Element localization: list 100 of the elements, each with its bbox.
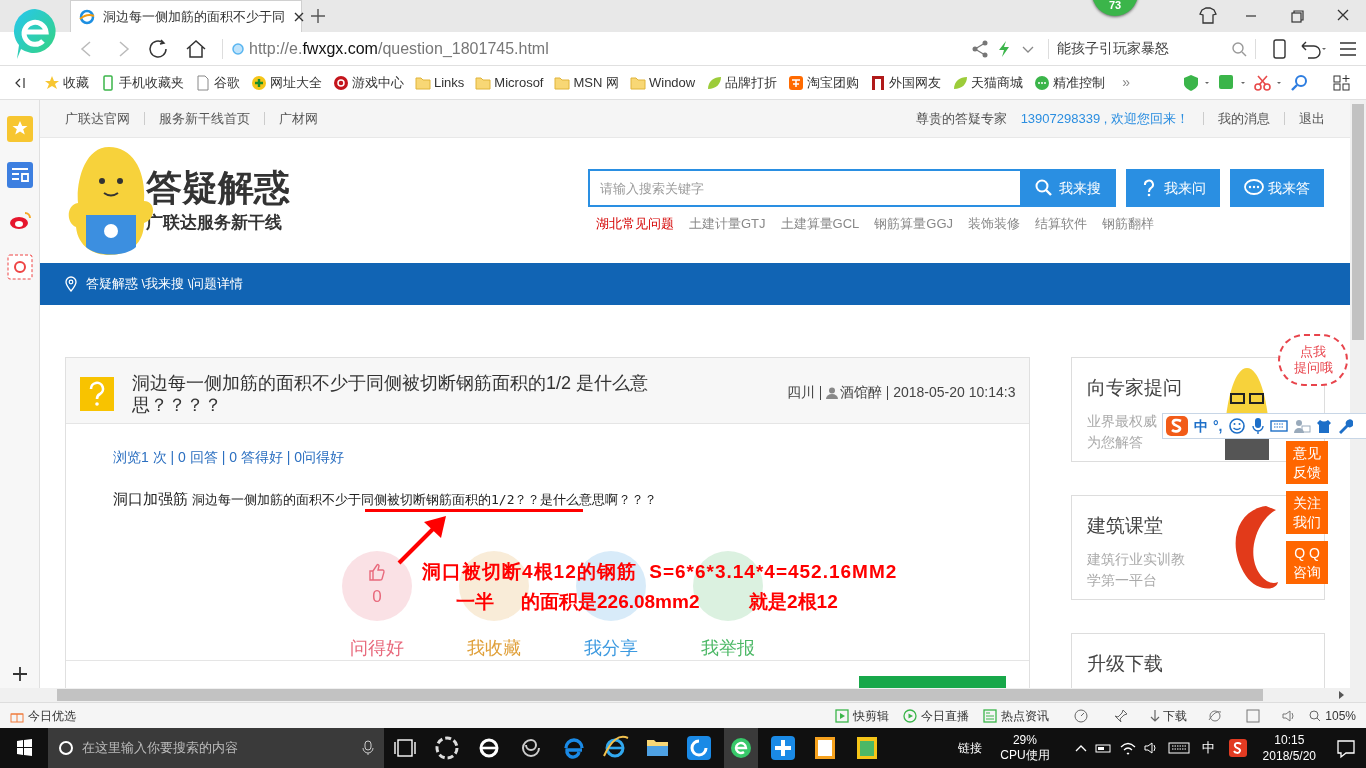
bookmark-item[interactable]: 天猫商城 — [952, 72, 1024, 93]
annotation-text: 的面积是226.08mm2 — [521, 590, 700, 614]
hot-tag-link[interactable]: 装饰装修 — [968, 214, 1021, 234]
author-link[interactable]: 酒馆醉 — [840, 382, 883, 403]
question-location: 四川 — [787, 383, 816, 402]
cpu-meter: 29% CPU使用 — [1000, 733, 1050, 763]
cortana-circle-icon — [58, 740, 74, 756]
annotation-text: 一半 — [456, 590, 494, 614]
site-link[interactable]: 广联达官网 — [65, 108, 130, 129]
user-link[interactable]: 退出 — [1299, 108, 1325, 129]
toolbar-link[interactable]: 链接 — [958, 739, 983, 757]
ime-mode-button[interactable]: 中 — [1194, 415, 1208, 437]
bookmark-item[interactable]: 游戏中心 — [333, 72, 404, 93]
question-body: 洞边每一侧加筋的面积不少于同侧被切断钢筋面积的1/2？？是什么意思啊？？？ — [192, 491, 658, 510]
taskbar-search-field[interactable]: 在这里输入你要搜索的内容 — [48, 728, 384, 768]
leaf-icon — [706, 74, 723, 91]
site-link[interactable]: 广材网 — [279, 108, 318, 129]
bookmark-item[interactable]: 网址大全 — [251, 72, 322, 93]
bookmark-item[interactable]: 淘宝团购 — [788, 72, 860, 93]
card-description: 建筑行业实训教 — [1087, 549, 1186, 569]
bookmark-item[interactable]: MSN 网 — [554, 72, 619, 93]
hot-tag-link[interactable]: 钢筋翻样 — [1102, 214, 1155, 234]
clock[interactable]: 10:15 2018/5/20 — [1262, 732, 1316, 764]
chat-icon — [1034, 74, 1051, 91]
hot-tag-link[interactable]: 结算软件 — [1035, 214, 1088, 234]
question-stats: 浏览1 次 | 0 回答 | 0 答得好 | 0问得好 — [113, 448, 346, 468]
bookmark-item[interactable]: Microsof — [475, 72, 544, 93]
microphone-icon[interactable] — [1250, 417, 1265, 435]
speedometer-icon[interactable] — [1073, 707, 1090, 724]
share-icon[interactable] — [970, 38, 990, 59]
punctuation-button[interactable]: °, — [1213, 415, 1223, 437]
hot-tag-link[interactable]: 土建计量GTJ — [689, 214, 766, 234]
sogou-logo-icon[interactable] — [1228, 739, 1247, 757]
zoom-icon — [1309, 709, 1322, 722]
apps-icon[interactable] — [1332, 73, 1352, 92]
location-pin-icon — [64, 276, 78, 292]
hot-tag-link[interactable]: 土建算量GCL — [780, 214, 860, 234]
phone-icon — [100, 74, 116, 91]
bookmark-item[interactable]: 品牌打折 — [706, 72, 778, 93]
search-field[interactable]: 能孩子引玩家暴怒 — [1057, 38, 1247, 59]
news-icon — [983, 708, 998, 723]
speech-bubble[interactable]: 点我 提问哦 — [1278, 334, 1348, 386]
keyboard-icon[interactable] — [1269, 419, 1288, 433]
star-icon — [44, 74, 60, 91]
bookmark-item[interactable]: 精准控制 — [1034, 72, 1106, 93]
wifi-icon[interactable] — [1118, 740, 1137, 756]
status-link[interactable]: 今日优选 — [28, 706, 76, 725]
search-text: 能孩子引玩家暴怒 — [1057, 39, 1169, 58]
scrollbar-thumb[interactable] — [1352, 104, 1364, 340]
vertical-scrollbar[interactable] — [1350, 100, 1366, 688]
logo-title: 答疑解惑 — [146, 165, 290, 210]
pin-icon[interactable] — [1113, 707, 1130, 724]
page-icon — [195, 74, 211, 91]
bookmark-item[interactable]: Window — [630, 72, 696, 93]
e-browser-icon[interactable] — [724, 728, 758, 768]
user-link[interactable]: 我的消息 — [1218, 108, 1270, 129]
e-logo-icon — [79, 8, 95, 25]
card-description: 为您解答 — [1087, 432, 1144, 452]
question-mark-icon — [80, 377, 114, 411]
keyboard-icon[interactable] — [1167, 740, 1190, 756]
shield-icon[interactable] — [1182, 73, 1212, 92]
plus-circle-icon — [251, 74, 267, 91]
status-item[interactable]: 今日直播 — [903, 706, 970, 725]
horizontal-scrollbar-thumb[interactable] — [57, 689, 1263, 701]
speech-bubble-icon — [1244, 179, 1264, 198]
search-input[interactable]: 请输入搜索关键字 — [590, 171, 1020, 206]
status-item[interactable]: 快剪辑 — [835, 706, 890, 725]
card-title: 向专家提问 — [1087, 376, 1183, 400]
news-icon[interactable] — [6, 162, 33, 188]
tab-title: 洞边每一侧加筋的面积不少于同 — [103, 7, 285, 26]
smiley-icon[interactable] — [1227, 417, 1246, 435]
status-item[interactable]: 热点资讯 — [983, 706, 1050, 725]
door-icon — [870, 74, 887, 91]
scissors-icon[interactable] — [1254, 73, 1284, 92]
bookmark-item[interactable]: 外国网友 — [870, 72, 942, 93]
breadcrumb-text: 答疑解惑 \我来搜 \问题详情 — [86, 275, 244, 294]
address-field[interactable]: http://e.fwxgx.com/question_1801745.html — [231, 36, 931, 61]
annotation-text: 洞口被切断4根12的钢筋 S=6*6*3.14*4=452.16MM2 — [422, 560, 898, 584]
input-language-button[interactable]: 中 — [1201, 738, 1215, 758]
search-icon[interactable] — [1290, 73, 1310, 92]
user-title: 尊贵的答疑专家 — [915, 109, 1007, 128]
annotation-text: 就是2根12 — [749, 590, 838, 614]
browser-tab[interactable]: 洞边每一侧加筋的面积不少于同 — [70, 0, 302, 32]
hot-tag-link[interactable]: 湖北常见问题 — [596, 214, 674, 234]
question-title: 洞边每一侧加筋的面积不少于同侧被切断钢筋面积的1/2 是什么意思？？？？ — [132, 372, 650, 416]
bookmark-item[interactable]: 手机收藏夹 — [100, 72, 184, 93]
close-icon[interactable] — [293, 10, 305, 23]
zoom-button[interactable]: 105% — [1309, 706, 1356, 725]
bookmark-item[interactable]: 收藏 — [44, 72, 89, 93]
more-bookmarks-button[interactable]: » — [1122, 72, 1131, 93]
bookmark-item[interactable]: 谷歌 — [195, 72, 240, 93]
like-count: 0 — [372, 586, 382, 609]
bubble-text: 点我 — [1300, 344, 1326, 360]
site-link[interactable]: 服务新干线首页 — [159, 108, 250, 129]
question-time: 2018-05-20 10:14:3 — [893, 383, 1016, 402]
bookmark-item[interactable]: Links — [415, 72, 465, 93]
download-arrow-icon — [1149, 708, 1162, 723]
download-button[interactable]: 下载 — [1149, 706, 1188, 725]
hot-tag-link[interactable]: 钢筋算量GGJ — [874, 214, 954, 234]
shirt-icon[interactable] — [1315, 418, 1332, 434]
